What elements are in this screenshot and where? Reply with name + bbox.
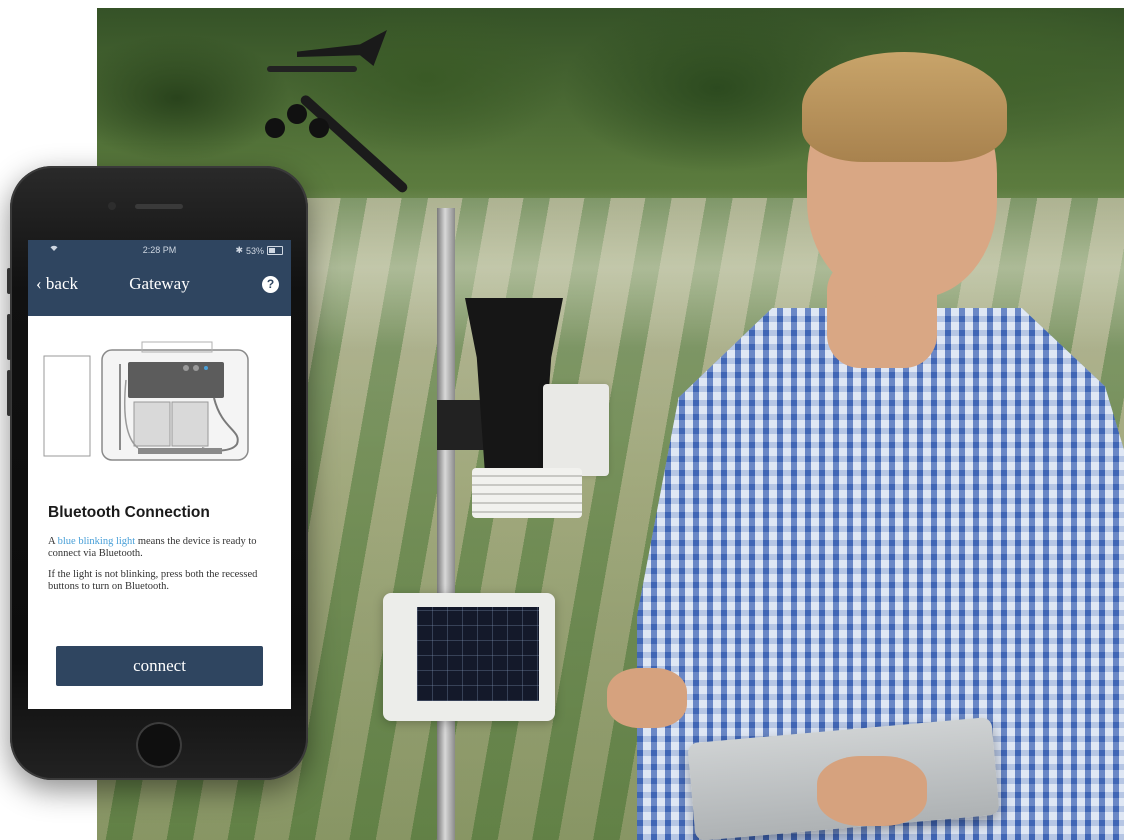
gateway-illustration-icon [43,341,249,461]
help-icon[interactable]: ? [262,276,279,293]
para1-prefix: A [48,536,58,547]
front-camera [108,202,116,210]
man-left-hand [607,668,687,728]
sensor-housing [543,384,609,476]
man-hair [802,52,1007,162]
weather-station-pole [437,208,455,840]
status-right: ✱ 53% [235,245,283,256]
anemometer-cups [265,104,335,144]
earpiece-speaker [135,204,183,209]
wind-vane-rod [267,66,357,72]
battery-icon [267,246,283,255]
solar-panel [417,607,539,701]
solar-gateway-enclosure [383,593,555,721]
instruction-paragraph-2: If the light is not blinking, press both… [48,569,258,592]
phone-mute-switch [7,268,11,294]
instruction-paragraph-1: A blue blinking light means the device i… [48,536,270,560]
battery-fill [269,248,275,253]
home-button[interactable] [136,722,182,768]
connect-button[interactable]: connect [56,646,263,686]
smartphone: 2:28 PM ✱ 53% ‹ back Gateway ? Bluetooth… [7,166,308,780]
page-title: Gateway [129,274,190,293]
battery-percent: 53% [245,245,264,256]
section-title: Bluetooth Connection [48,504,210,521]
phone-volume-up [7,314,11,360]
radiation-shield [472,468,582,518]
nav-bar: ‹ back Gateway ? [28,260,291,316]
phone-volume-down [7,370,11,416]
blue-light-highlight: blue blinking light [57,536,136,547]
instructions: Bluetooth Connection A blue blinking lig… [48,504,270,602]
man-right-hand [817,756,927,826]
app-screen: 2:28 PM ✱ 53% ‹ back Gateway ? Bluetooth… [28,240,291,709]
status-bar: 2:28 PM ✱ 53% [28,240,291,260]
bluetooth-icon: ✱ [235,245,243,255]
